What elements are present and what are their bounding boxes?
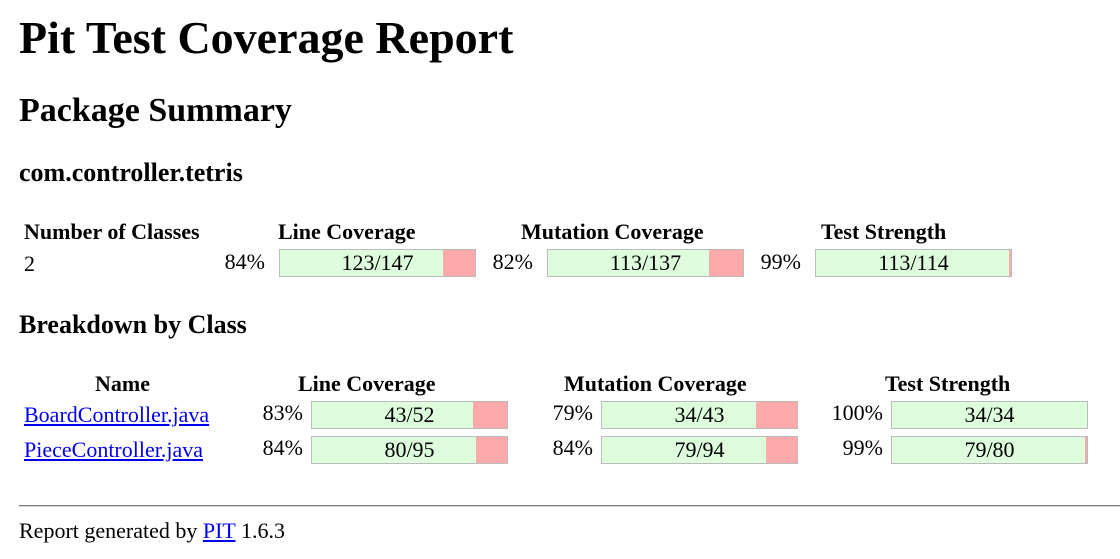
mutation-coverage-ratio: 79/94: [674, 437, 725, 462]
line-coverage-bar: 43/52: [311, 401, 508, 429]
breakdown-heading: Breakdown by Class: [19, 310, 247, 339]
line-coverage-percent: 83%: [262, 400, 303, 425]
line-coverage-ratio: 123/147: [341, 250, 414, 275]
line-coverage-percent: 84%: [224, 249, 265, 274]
test-strength-bar: 79/80: [891, 436, 1088, 464]
test-strength-ratio: 79/80: [964, 437, 1015, 462]
test-strength-ratio: 34/34: [964, 402, 1015, 427]
class-link-boardcontroller[interactable]: BoardController.java: [24, 402, 209, 428]
header-mutation-coverage: Mutation Coverage: [521, 219, 704, 244]
mutation-coverage-percent: 84%: [552, 435, 593, 460]
test-strength-ratio: 113/114: [878, 250, 949, 275]
pit-link[interactable]: PIT: [203, 518, 236, 543]
header-test-strength: Test Strength: [821, 219, 947, 244]
header-line-coverage: Line Coverage: [298, 371, 436, 396]
footer-version: 1.6.3: [240, 518, 285, 543]
class-link-piececontroller[interactable]: PieceController.java: [24, 437, 203, 463]
line-coverage-percent: 84%: [262, 435, 303, 460]
header-mutation-coverage: Mutation Coverage: [564, 371, 747, 396]
header-name: Name: [95, 371, 150, 396]
mutation-coverage-ratio: 113/137: [609, 250, 682, 275]
package-summary-heading: Package Summary: [19, 92, 292, 129]
report-title: Pit Test Coverage Report: [19, 12, 514, 63]
line-coverage-ratio: 43/52: [384, 402, 435, 427]
test-strength-percent: 100%: [831, 400, 883, 425]
footer: Report generated by PIT 1.6.3: [19, 518, 285, 544]
footer-divider: [19, 505, 1120, 507]
test-strength-bar: 113/114: [815, 249, 1012, 277]
mutation-coverage-bar: 79/94: [601, 436, 798, 464]
package-name: com.controller.tetris: [19, 158, 243, 187]
test-strength-percent: 99%: [842, 435, 883, 460]
line-coverage-ratio: 80/95: [384, 437, 435, 462]
test-strength-bar: 34/34: [891, 401, 1088, 429]
mutation-coverage-percent: 79%: [552, 400, 593, 425]
header-test-strength: Test Strength: [885, 371, 1011, 396]
mutation-coverage-percent: 82%: [492, 249, 533, 274]
footer-prefix: Report generated by: [19, 518, 198, 543]
header-number-of-classes: Number of Classes: [24, 219, 200, 244]
line-coverage-bar: 123/147: [279, 249, 476, 277]
mutation-coverage-bar: 113/137: [547, 249, 744, 277]
header-line-coverage: Line Coverage: [278, 219, 416, 244]
mutation-coverage-bar: 34/43: [601, 401, 798, 429]
line-coverage-bar: 80/95: [311, 436, 508, 464]
test-strength-percent: 99%: [760, 249, 801, 274]
mutation-coverage-ratio: 34/43: [674, 402, 725, 427]
number-of-classes-value: 2: [24, 251, 35, 276]
